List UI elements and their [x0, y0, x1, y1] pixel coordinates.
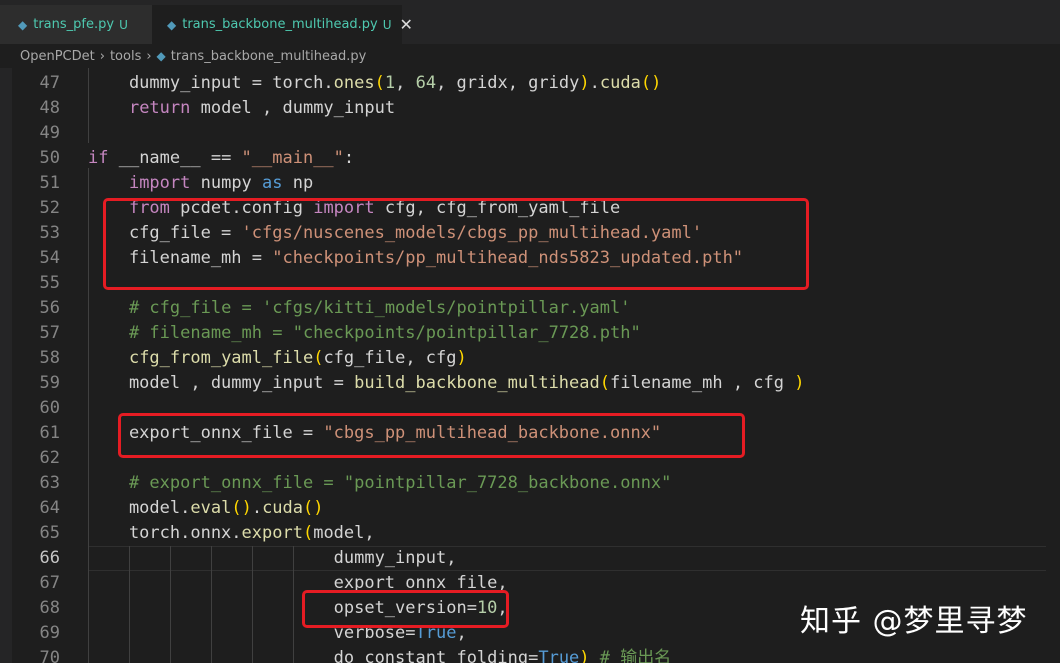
- code-line[interactable]: 50 if __name__ == "__main__":: [0, 146, 1060, 171]
- tab-label: trans_pfe.py: [33, 17, 115, 32]
- tab-trans-backbone-multihead[interactable]: ◆ trans_backbone_multihead.py U ✕: [152, 5, 413, 44]
- highlight-box-opset: [302, 590, 509, 628]
- line-number: 62: [39, 448, 60, 468]
- code-text: dummy_input = torch.ones(1, 64, gridx, g…: [88, 73, 662, 93]
- python-file-icon: ◆: [167, 17, 177, 32]
- highlight-box-config: [103, 198, 809, 290]
- tab-label: trans_backbone_multihead.py: [182, 17, 378, 32]
- line-number: 49: [39, 123, 60, 143]
- python-file-icon: ◆: [156, 49, 166, 63]
- line-number: 59: [39, 373, 60, 393]
- code-text: model , dummy_input = build_backbone_mul…: [88, 373, 805, 393]
- line-number: 48: [39, 98, 60, 118]
- code-text: return model , dummy_input: [128, 98, 396, 118]
- code-line[interactable]: 48 return model , dummy_input: [0, 96, 1060, 121]
- line-number: 55: [39, 273, 60, 293]
- line-number: 67: [39, 573, 60, 593]
- code-line[interactable]: 70 do_constant_folding=True) # 输出名: [0, 646, 1060, 663]
- code-line[interactable]: 66 dummy_input,: [0, 546, 1060, 571]
- line-number: 69: [39, 623, 60, 643]
- untracked-badge: U: [119, 17, 128, 32]
- tab-bar: ◆ trans_pfe.py U ◆ trans_backbone_multih…: [0, 0, 1060, 44]
- code-text: # cfg_file = 'cfgs/kitti_models/pointpil…: [128, 298, 631, 318]
- code-line[interactable]: 64 model.eval().cuda(): [0, 496, 1060, 521]
- code-line[interactable]: 58 cfg_from_yaml_file(cfg_file, cfg): [0, 346, 1060, 371]
- tab-trans-pfe[interactable]: ◆ trans_pfe.py U: [0, 5, 152, 44]
- code-line[interactable]: 59 model , dummy_input = build_backbone_…: [0, 371, 1060, 396]
- code-line[interactable]: 51 import numpy as np: [0, 171, 1060, 196]
- code-line[interactable]: 65 torch.onnx.export(model,: [0, 521, 1060, 546]
- breadcrumb-item[interactable]: tools: [110, 49, 141, 64]
- code-line[interactable]: 47 dummy_input = torch.ones(1, 64, gridx…: [0, 71, 1060, 96]
- code-text: import numpy as np: [128, 173, 314, 193]
- line-number: 61: [39, 423, 60, 443]
- code-text: # export_onnx_file = "pointpillar_7728_b…: [128, 473, 672, 493]
- chevron-right-icon: ›: [146, 48, 152, 64]
- line-number: 53: [39, 223, 60, 243]
- code-text: torch.onnx.export(model,: [88, 523, 375, 543]
- vertical-scrollbar[interactable]: [1046, 68, 1060, 663]
- breadcrumb-item[interactable]: trans_backbone_multihead.py: [171, 49, 367, 64]
- line-number: 58: [39, 348, 60, 368]
- untracked-badge: U: [382, 17, 392, 32]
- code-line[interactable]: 67 export_onnx_file,: [0, 571, 1060, 596]
- code-text: cfg_from_yaml_file(cfg_file, cfg): [128, 348, 467, 368]
- code-text: if __name__ == "__main__":: [88, 148, 355, 168]
- line-number: 66: [39, 548, 60, 568]
- code-line[interactable]: 56 # cfg_file = 'cfgs/kitti_models/point…: [0, 296, 1060, 321]
- python-file-icon: ◆: [18, 17, 28, 32]
- line-number: 60: [39, 398, 60, 418]
- highlight-box-onnx-file: [118, 413, 745, 458]
- line-number: 65: [39, 523, 60, 543]
- line-number: 63: [39, 473, 60, 493]
- code-line[interactable]: 49: [0, 121, 1060, 146]
- line-number: 70: [39, 648, 60, 663]
- close-icon[interactable]: ✕: [400, 15, 413, 34]
- code-text: # filename_mh = "checkpoints/pointpillar…: [128, 323, 641, 343]
- line-number: 54: [39, 248, 60, 268]
- line-number: 56: [39, 298, 60, 318]
- code-line[interactable]: 63 # export_onnx_file = "pointpillar_772…: [0, 471, 1060, 496]
- line-number: 51: [39, 173, 60, 193]
- line-number: 57: [39, 323, 60, 343]
- code-line[interactable]: 57 # filename_mh = "checkpoints/pointpil…: [0, 321, 1060, 346]
- line-number: 47: [39, 73, 60, 93]
- code-text: model.eval().cuda(): [88, 498, 324, 518]
- line-number: 52: [39, 198, 60, 218]
- code-text: dummy_input,: [88, 548, 457, 568]
- line-number: 50: [39, 148, 60, 168]
- watermark: 知乎 @梦里寻梦: [800, 604, 1028, 639]
- line-number: 64: [39, 498, 60, 518]
- breadcrumb: OpenPCDet › tools › ◆ trans_backbone_mul…: [0, 44, 1060, 68]
- line-number: 68: [39, 598, 60, 618]
- chevron-right-icon: ›: [99, 48, 105, 64]
- code-editor[interactable]: 47 dummy_input = torch.ones(1, 64, gridx…: [0, 68, 1060, 663]
- breadcrumb-item[interactable]: OpenPCDet: [20, 49, 95, 64]
- code-text: do_constant_folding=True) # 输出名: [88, 648, 672, 663]
